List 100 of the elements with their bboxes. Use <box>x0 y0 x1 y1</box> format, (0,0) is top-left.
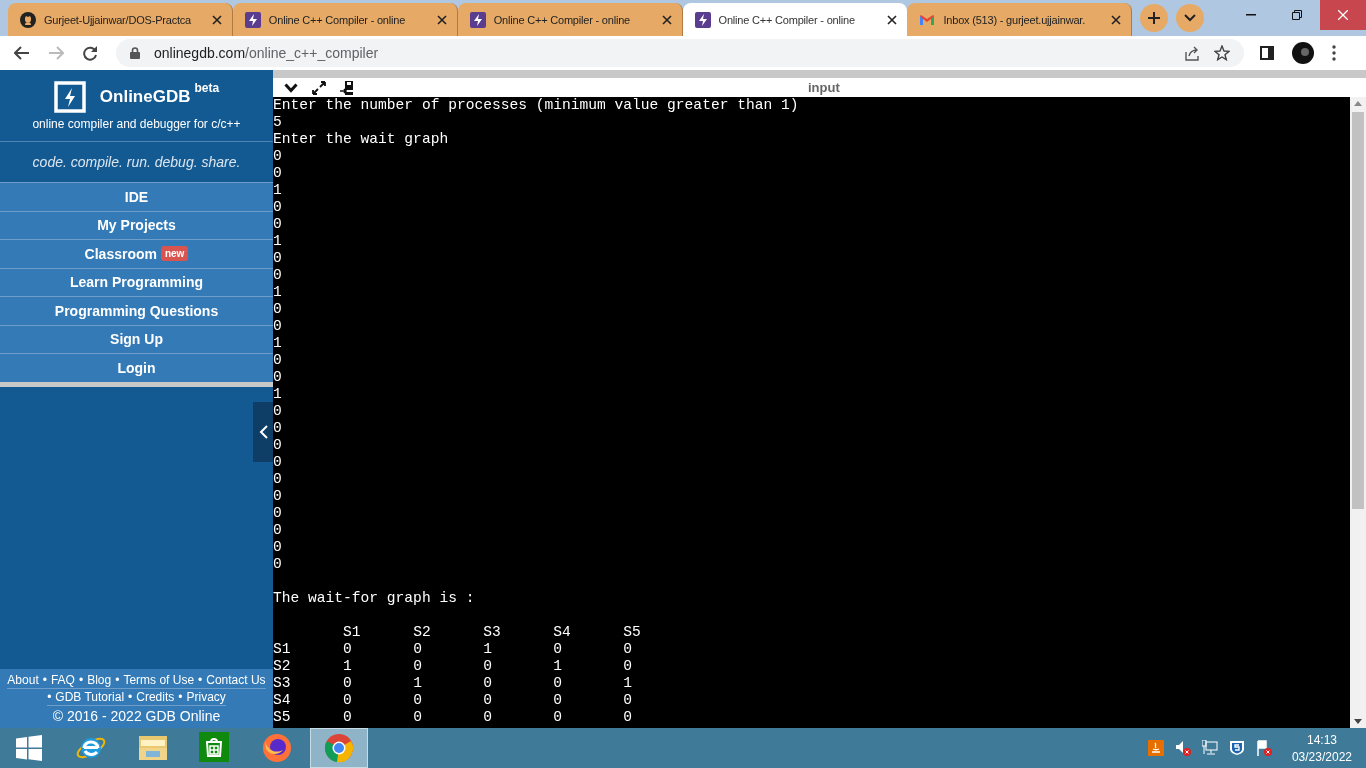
browser-tab[interactable]: Gurjeet-Ujjainwar/DOS-Practca <box>8 3 233 36</box>
flag-icon[interactable] <box>1255 740 1272 756</box>
terminal-line: 0 <box>273 267 283 284</box>
terminal-line: 0 <box>273 471 283 488</box>
terminal-line: Enter the number of processes (minimum value greater than 1) <box>273 97 800 114</box>
terminal-line: 0 <box>273 403 283 420</box>
terminal-line: 1 <box>273 284 283 301</box>
terminal-line: 0 <box>273 216 283 233</box>
terminal-line: 0 <box>273 148 283 165</box>
menu-link[interactable]: Sign Up <box>110 331 163 348</box>
java-icon[interactable] <box>1147 740 1164 756</box>
terminal-line: 0 <box>273 437 283 454</box>
scrollbar[interactable] <box>1350 97 1366 728</box>
menu-link[interactable]: IDE <box>124 188 149 205</box>
scroll-up-icon[interactable] <box>1354 101 1362 106</box>
close-icon[interactable] <box>1111 14 1122 25</box>
terminal-line: 1 <box>273 335 283 352</box>
terminal-line: 0 <box>273 369 283 386</box>
terminal-line: 0 <box>273 488 283 505</box>
terminal-line: 1 <box>273 182 283 199</box>
terminal-line: 0 <box>273 539 283 556</box>
reload-icon[interactable] <box>82 45 98 61</box>
terminal-line: 0 <box>273 454 283 471</box>
minimize-icon <box>1246 14 1256 16</box>
separator-dot: • <box>115 673 120 687</box>
bolt-icon <box>244 11 261 28</box>
chevron-left-icon <box>258 424 268 439</box>
terminal-line: 0 <box>273 250 283 267</box>
separator-dot: • <box>42 673 47 687</box>
new-tab-button[interactable] <box>1140 4 1169 32</box>
expand-icon[interactable] <box>312 80 326 95</box>
shield-icon[interactable] <box>1228 740 1245 756</box>
terminal-line: S2 1 0 0 1 0 <box>273 658 634 675</box>
terminal-line: 5 <box>273 114 283 131</box>
share-icon[interactable] <box>1184 45 1200 61</box>
browser-tab[interactable]: Online C++ Compiler - online <box>232 3 458 36</box>
separator-dot: • <box>178 690 183 704</box>
footer-link[interactable]: Credits <box>136 690 175 704</box>
input-label: input <box>808 80 840 95</box>
tab-search-button[interactable] <box>1176 4 1204 32</box>
footer-link[interactable]: Blog <box>87 673 112 687</box>
scrollbar-thumb[interactable] <box>1352 112 1364 509</box>
footer-link[interactable]: GDB Tutorial <box>55 690 125 704</box>
scroll-down-icon[interactable] <box>1354 719 1362 724</box>
avatar-icon[interactable] <box>1292 42 1314 64</box>
terminal-line: S1 S2 S3 S4 S5 <box>342 624 642 641</box>
close-icon[interactable] <box>887 14 898 25</box>
browser-tab[interactable]: Inbox (513) - gurjeet.ujjainwar. <box>907 3 1133 36</box>
store-icon <box>199 732 231 764</box>
close-icon[interactable] <box>661 14 672 25</box>
close-icon[interactable] <box>211 14 222 25</box>
terminal-line: The wait-for graph is : <box>273 590 476 607</box>
menu-link[interactable]: Login <box>117 359 156 376</box>
close-icon[interactable] <box>436 14 447 25</box>
terminal-line: 1 <box>273 386 283 403</box>
terminal-line: 0 <box>273 352 283 369</box>
separator-dot: • <box>47 690 52 704</box>
footer-link[interactable]: Contact Us <box>206 673 266 687</box>
footer-link[interactable]: FAQ <box>50 673 75 687</box>
muted-speaker-icon[interactable] <box>1174 740 1191 756</box>
separator-dot: • <box>78 673 84 687</box>
terminal-line: S5 0 0 0 0 0 <box>273 709 634 726</box>
subtitle: online compiler and debugger for c/c++ <box>32 116 241 131</box>
plus-icon <box>1147 11 1162 25</box>
chevron-down-icon[interactable] <box>284 82 298 93</box>
clock[interactable]: 14:13 03/23/2022 <box>1291 732 1352 764</box>
star-icon[interactable] <box>1214 45 1230 61</box>
close-icon <box>1338 10 1348 20</box>
menu-link[interactable]: My Projects <box>97 217 176 234</box>
taskbar-app[interactable] <box>310 728 368 768</box>
new-badge: new <box>160 246 189 262</box>
chevron-down-icon <box>1184 14 1197 22</box>
windows-icon <box>16 735 42 761</box>
browser-tab[interactable]: Online C++ Compiler - online <box>457 3 683 36</box>
menu-link[interactable]: Classroom <box>84 245 157 262</box>
browser-tab[interactable]: Online C++ Compiler - online <box>682 3 908 36</box>
footer-link[interactable]: About <box>7 673 39 687</box>
side-panel-icon[interactable] <box>1260 46 1274 60</box>
collapse-button[interactable] <box>253 401 273 462</box>
footer-link[interactable]: Privacy <box>186 690 226 704</box>
terminal-line: Enter the wait graph <box>273 131 450 148</box>
bolt-icon <box>694 11 711 28</box>
network-icon[interactable] <box>1201 740 1218 756</box>
logo-icon <box>53 80 86 113</box>
separator-dot: • <box>198 673 203 687</box>
address-field[interactable]: onlinegdb.com/online_c++_compiler <box>116 39 1244 67</box>
terminal-line: S1 0 0 1 0 0 <box>273 641 634 658</box>
terminal-line: 0 <box>273 522 283 539</box>
tagline: code. compile. run. debug. share. <box>31 153 242 172</box>
footer-link[interactable]: Terms of Use <box>123 673 195 687</box>
more-icon[interactable] <box>1332 45 1336 61</box>
back-icon[interactable] <box>14 45 30 61</box>
download-icon[interactable] <box>340 80 354 95</box>
terminal-line: 1 <box>273 233 283 250</box>
beta-label: beta <box>194 80 220 95</box>
bolt-icon <box>469 11 486 28</box>
brand-name: OnlineGDB <box>99 86 191 107</box>
terminal-line: 0 <box>273 318 283 335</box>
lock-icon <box>130 47 140 59</box>
terminal-line: 0 <box>273 505 283 522</box>
